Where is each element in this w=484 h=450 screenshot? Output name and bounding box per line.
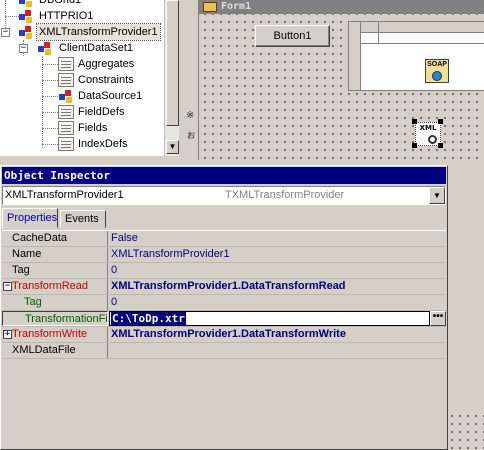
tree-item[interactable]: HTTPRIO1 <box>0 8 160 24</box>
property-name: Tag <box>2 263 108 278</box>
component-icon <box>18 25 34 39</box>
property-name: Name <box>2 247 108 262</box>
form-canvas[interactable]: Form1 Button1 SOAP XML <box>198 0 484 160</box>
property-grid[interactable]: CacheData False Name XMLTransformProvide… <box>2 230 446 448</box>
xml-label: XML <box>419 124 437 132</box>
component-icon <box>58 89 74 103</box>
form-title: Form1 <box>221 1 252 12</box>
designer-splitter[interactable]: ※ ぉ <box>186 0 196 160</box>
property-name: TransformationFile <box>2 311 108 326</box>
tree-item-label: DBGrid1 <box>39 0 82 6</box>
tree-item-label: ClientDataSet1 <box>59 42 133 54</box>
form-canvas-edge <box>448 412 484 450</box>
soap-component-icon[interactable]: SOAP <box>425 59 449 83</box>
selection-handle[interactable] <box>412 119 417 124</box>
tree-item-label: IndexDefs <box>78 138 128 150</box>
tab-events[interactable]: Events <box>60 210 106 228</box>
gear-icon <box>428 135 437 144</box>
property-row-expanded[interactable]: − TransformRead XMLTransformProvider1.Da… <box>2 279 446 295</box>
form-designer[interactable]: ※ ぉ + Form1 Button1 SOAP XML <box>180 0 484 165</box>
scrollbar-thumb[interactable] <box>166 0 179 126</box>
tree-item[interactable]: FieldDefs <box>0 104 160 120</box>
soap-label: SOAP <box>427 61 447 68</box>
component-selector[interactable]: XMLTransformProvider1 TXMLTransformProvi… <box>2 186 446 205</box>
selection-handle[interactable] <box>438 119 443 124</box>
tree-vertical-scrollbar[interactable]: ▼ <box>164 0 179 156</box>
grip-mark: ぉ <box>186 130 196 141</box>
property-name: TransformWrite <box>2 327 108 342</box>
property-row[interactable]: XMLDataFile <box>2 343 446 359</box>
property-value[interactable]: XMLTransformProvider1.DataTransformWrite <box>109 327 346 342</box>
globe-icon <box>432 71 442 81</box>
property-value[interactable]: XMLTransformProvider1 <box>109 247 230 262</box>
selection-handle[interactable] <box>438 143 443 148</box>
tree-item-label: FieldDefs <box>78 106 125 118</box>
button1-component[interactable]: Button1 <box>255 25 330 47</box>
tree-item-label: Fields <box>78 122 108 134</box>
object-tree-view[interactable]: DBGrid1 HTTPRIO1 − XMLTransformProvider1… <box>0 0 164 156</box>
tree-item[interactable]: DBGrid1 <box>0 0 160 8</box>
property-row[interactable]: Tag 0 <box>2 263 446 279</box>
object-inspector[interactable]: Object Inspector XMLTransformProvider1 T… <box>0 165 448 450</box>
property-value[interactable] <box>109 343 111 358</box>
property-name: XMLDataFile <box>2 343 108 358</box>
selection-handle[interactable] <box>412 143 417 148</box>
selected-component-type: TXMLTransformProvider <box>225 189 345 201</box>
grip-mark: ※ <box>186 110 195 121</box>
property-name: CacheData <box>2 231 108 246</box>
property-value[interactable]: 0 <box>109 295 117 310</box>
tree-item-label: Aggregates <box>78 58 135 70</box>
tree-item[interactable]: IndexDefs <box>0 136 160 152</box>
property-icon <box>58 121 74 135</box>
property-icon <box>58 137 74 151</box>
property-icon <box>58 73 74 87</box>
property-row[interactable]: + TransformWrite XMLTransformProvider1.D… <box>2 327 446 343</box>
tab-properties[interactable]: Properties <box>2 208 58 228</box>
tree-item[interactable]: Fields <box>0 120 160 136</box>
selected-value-text[interactable]: C:\ToDp.xtr <box>111 312 186 325</box>
property-value[interactable]: False <box>109 231 138 246</box>
tree-item[interactable]: Constraints <box>0 72 160 88</box>
ellipsis-button[interactable]: ••• <box>430 311 446 326</box>
tree-item[interactable]: Aggregates <box>0 56 160 72</box>
dropdown-arrow-icon[interactable]: ▼ <box>429 187 445 204</box>
tree-item-label: DataSource1 <box>78 90 143 102</box>
collapse-icon[interactable]: − <box>19 44 28 53</box>
tree-item-selected[interactable]: − XMLTransformProvider1 <box>0 23 161 41</box>
collapse-icon[interactable]: − <box>1 28 10 37</box>
property-row-active[interactable]: TransformationFile C:\ToDp.xtr ••• <box>2 311 446 327</box>
tree-item-label: Constraints <box>78 74 134 86</box>
inspector-title[interactable]: Object Inspector <box>2 167 446 184</box>
property-icon <box>58 57 74 71</box>
form-title-bar[interactable]: Form1 <box>199 0 484 14</box>
dbgrid-component[interactable] <box>348 21 484 91</box>
property-value[interactable]: XMLTransformProvider1.DataTransformRead <box>109 279 346 294</box>
tree-item-label: HTTPRIO1 <box>39 10 94 22</box>
property-row[interactable]: Name XMLTransformProvider1 <box>2 247 446 263</box>
selected-component-name: XMLTransformProvider1 <box>5 189 124 201</box>
tree-item-label: XMLTransformProvider1 <box>36 23 161 41</box>
component-icon <box>37 41 53 55</box>
property-name: TransformRead <box>2 279 108 294</box>
property-row[interactable]: CacheData False <box>2 231 446 247</box>
property-edit-field[interactable]: C:\ToDp.xtr <box>109 311 430 326</box>
form-icon <box>203 2 217 12</box>
component-icon <box>18 9 34 23</box>
scroll-down-icon[interactable]: ▼ <box>166 140 179 154</box>
component-icon <box>18 0 34 7</box>
tree-item[interactable]: − ClientDataSet1 <box>0 40 160 56</box>
property-icon <box>58 105 74 119</box>
property-name: Tag <box>2 295 108 310</box>
property-value[interactable]: 0 <box>109 263 117 278</box>
tree-item[interactable]: DataSource1 <box>0 88 160 104</box>
property-row[interactable]: Tag 0 <box>2 295 446 311</box>
